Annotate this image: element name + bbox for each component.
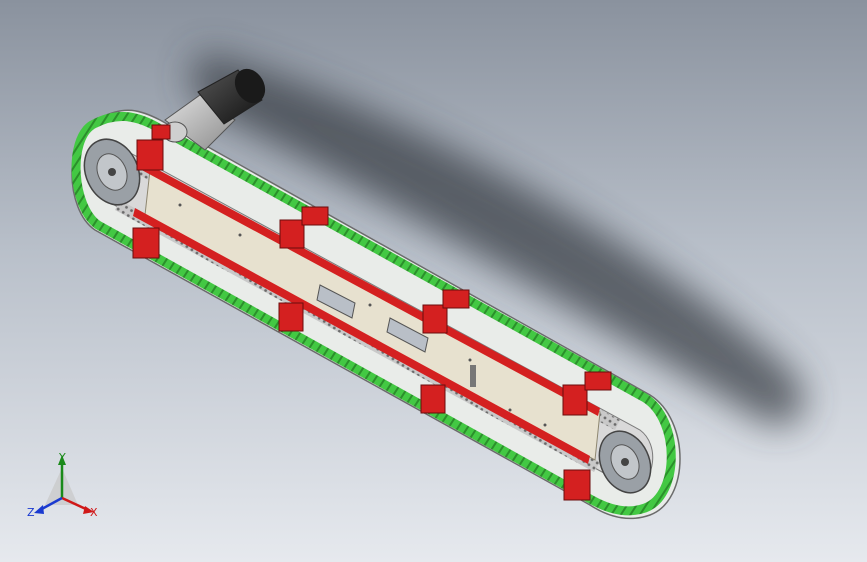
bracket xyxy=(301,206,329,226)
bracket xyxy=(132,227,160,259)
bracket xyxy=(562,384,588,416)
coordinate-triad: Y X Z xyxy=(27,451,98,519)
z-axis-arrow-icon xyxy=(34,505,44,514)
3d-viewport[interactable]: Y X Z xyxy=(0,0,867,562)
z-axis-label: Z xyxy=(27,506,35,519)
bracket xyxy=(422,304,448,334)
bracket xyxy=(278,302,304,332)
bracket xyxy=(563,469,591,501)
bracket xyxy=(420,384,446,414)
model-canvas[interactable]: Y X Z xyxy=(0,0,867,562)
x-axis-label: X xyxy=(90,506,98,519)
bracket xyxy=(584,371,612,391)
bracket xyxy=(279,219,305,249)
bracket xyxy=(136,139,164,171)
y-axis-label: Y xyxy=(58,451,66,464)
bracket xyxy=(442,289,470,309)
